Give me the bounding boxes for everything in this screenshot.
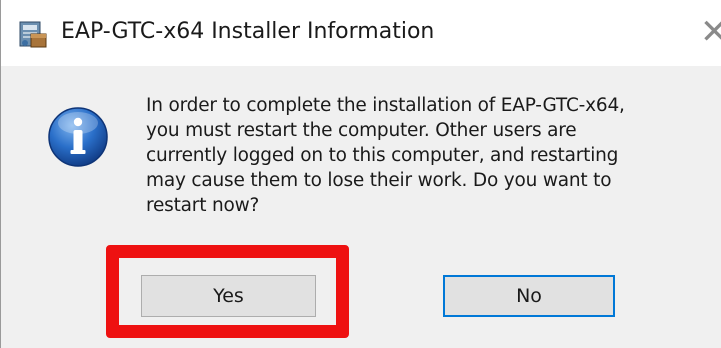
info-icon: [47, 106, 109, 168]
close-button[interactable]: ✕: [692, 14, 721, 52]
message-text: In order to complete the installation of…: [146, 95, 625, 216]
installer-dialog: EAP-GTC-x64 Installer Information ✕ In o…: [0, 0, 721, 348]
title-bar: EAP-GTC-x64 Installer Information ✕: [1, 0, 721, 66]
installer-icon: [17, 18, 49, 50]
window-title: EAP-GTC-x64 Installer Information: [61, 19, 435, 44]
close-icon: ✕: [700, 14, 721, 52]
no-button[interactable]: No: [443, 275, 615, 317]
yes-button[interactable]: Yes: [141, 275, 316, 317]
